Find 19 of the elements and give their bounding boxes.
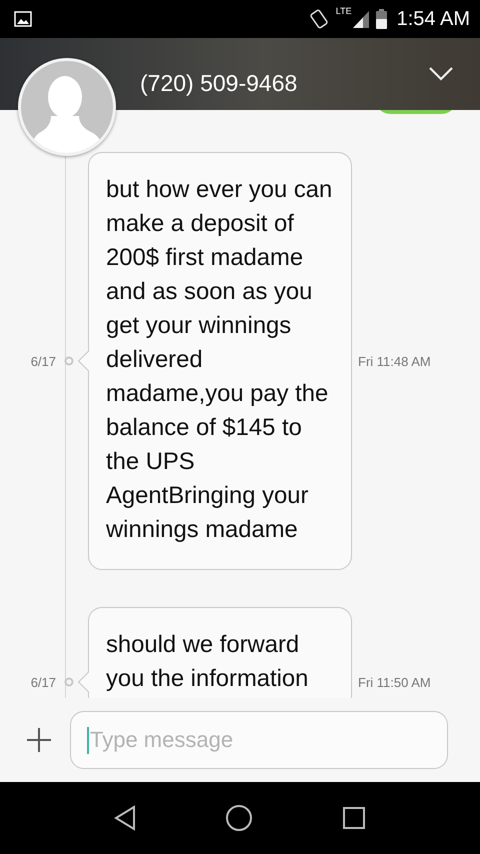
timeline-dot-icon (64, 677, 74, 687)
signal-icon (352, 9, 370, 29)
message-date: 6/17 (30, 674, 56, 690)
timeline-dot-icon (64, 356, 74, 366)
clock: 1:54 AM (396, 8, 470, 30)
battery-icon (376, 9, 387, 29)
message-time: Fri 11:50 AM (357, 674, 432, 690)
add-icon[interactable] (26, 727, 52, 753)
message-text: should we forward you the information (106, 630, 310, 694)
text-cursor (87, 727, 89, 754)
rotation-icon (308, 8, 330, 30)
message-text: but how ever you can make a deposit of 200$ first madame and as soon as you get your winnings delivered madame,you pay the balance of $145 to the UPS AgentBringing your winnings madame (106, 175, 334, 545)
contact-name: (720) 509-9468 (140, 70, 298, 96)
message-time: Fri 11:48 AM (357, 354, 432, 368)
image-icon (14, 11, 32, 27)
chevron-down-icon[interactable] (428, 66, 454, 82)
message-date: 6/17 (30, 354, 56, 368)
network-label: LTE (336, 6, 352, 16)
message-field[interactable]: Type message (70, 711, 448, 769)
